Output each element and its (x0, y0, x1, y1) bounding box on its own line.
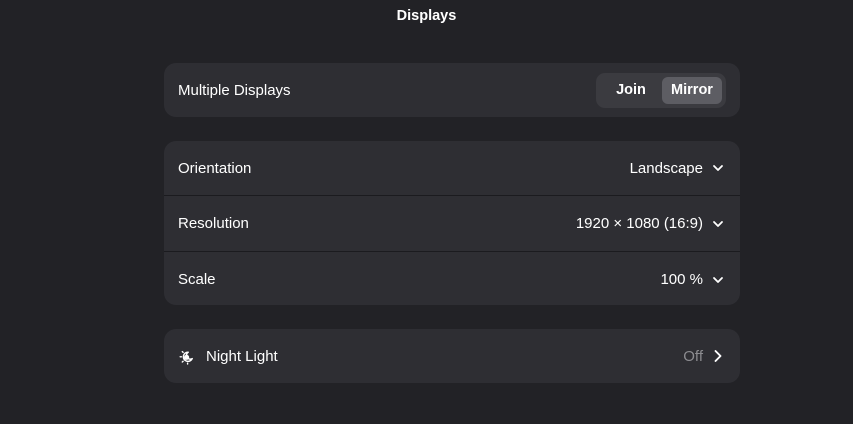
chevron-down-icon (711, 273, 725, 287)
multiple-displays-toggle: Join Mirror (596, 72, 726, 108)
resolution-label: Resolution (178, 215, 249, 232)
orientation-row[interactable]: Orientation Landscape (164, 141, 740, 195)
scale-label: Scale (178, 271, 216, 288)
chevron-right-icon (711, 349, 725, 363)
scale-value: 100 % (660, 271, 703, 288)
display-settings-card: Orientation Landscape Resolution 1920 × … (164, 141, 740, 305)
displays-page: Displays Multiple Displays Join Mirror O… (0, 0, 853, 424)
mirror-button[interactable]: Mirror (662, 76, 722, 104)
multiple-displays-card: Multiple Displays Join Mirror (164, 63, 740, 117)
night-light-icon (178, 347, 196, 365)
join-button[interactable]: Join (600, 77, 662, 104)
night-light-row[interactable]: Night Light Off (164, 329, 740, 383)
page-title: Displays (396, 8, 457, 24)
night-light-status: Off (683, 347, 703, 365)
chevron-down-icon (711, 217, 725, 231)
resolution-value: 1920 × 1080 (16:9) (575, 215, 703, 232)
scale-row[interactable]: Scale 100 % (164, 252, 740, 305)
night-light-card: Night Light Off (164, 329, 740, 383)
orientation-value: Landscape (629, 159, 703, 177)
resolution-row[interactable]: Resolution 1920 × 1080 (16:9) (164, 196, 740, 251)
orientation-label: Orientation (178, 159, 252, 177)
chevron-down-icon (711, 161, 725, 175)
multiple-displays-row: Multiple Displays Join Mirror (164, 63, 740, 117)
multiple-displays-label: Multiple Displays (178, 81, 291, 99)
night-light-label: Night Light (206, 347, 278, 365)
